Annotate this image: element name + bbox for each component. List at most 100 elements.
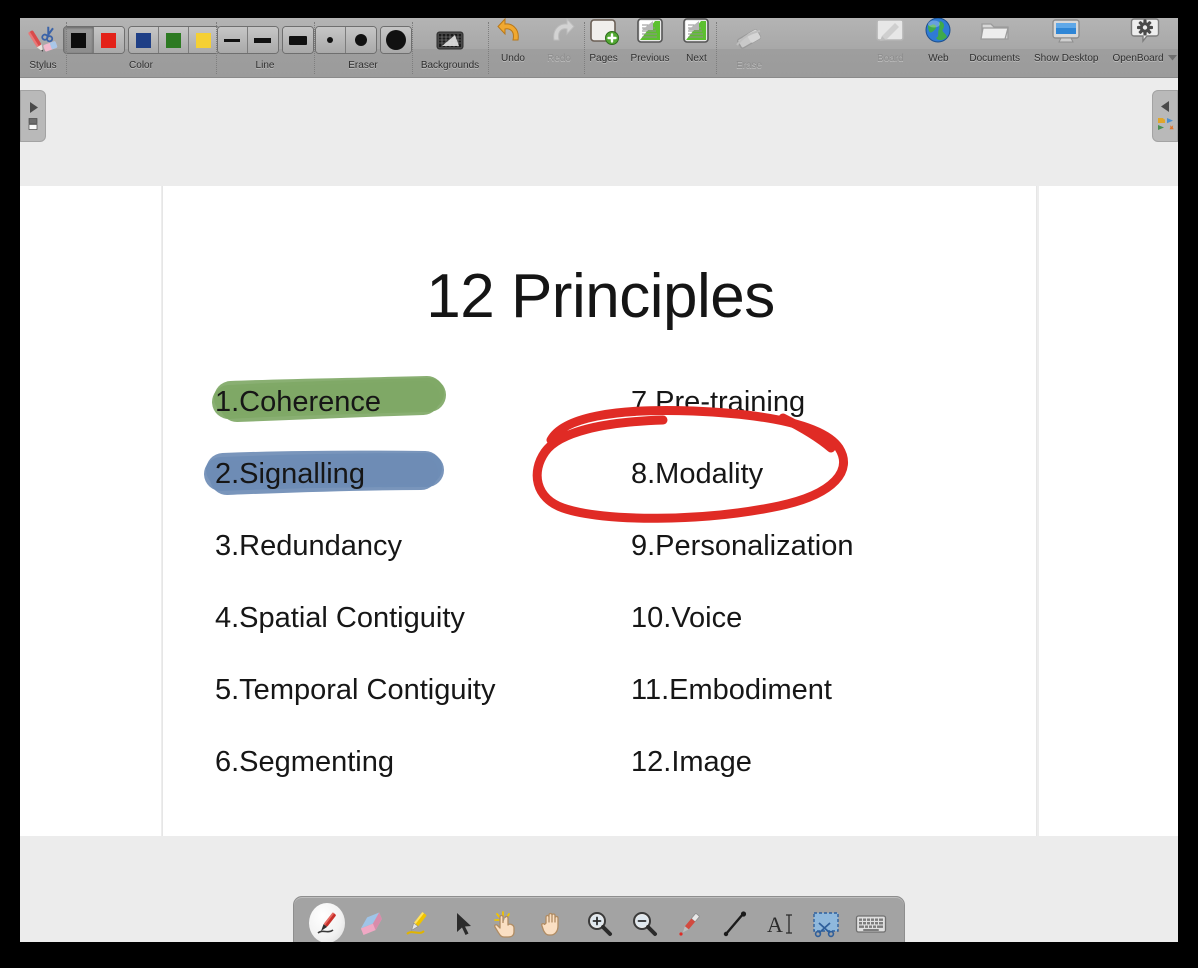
board-label: Board <box>877 53 904 65</box>
line-width-thick[interactable] <box>283 27 313 53</box>
undo-arrow-icon[interactable] <box>496 18 530 50</box>
principle-label: 12.Image <box>631 746 752 778</box>
undo-redo-group: Undo Redo <box>488 18 584 78</box>
principles-left-column: 1.Coherence 2.Signalling 3.Redundancy 4.… <box>215 382 615 814</box>
eraser-cluster-b <box>380 26 412 54</box>
top-toolbar: Stylus <box>20 18 1178 78</box>
eraser-size-group: Eraser <box>314 18 412 78</box>
select-tool[interactable] <box>444 903 482 942</box>
principle-label: 5.Temporal Contiguity <box>215 674 495 706</box>
principle-label: 7.Pre-training <box>631 386 805 418</box>
principle-label: 11.Embodiment <box>631 674 832 706</box>
backgrounds-label: Backgrounds <box>421 60 479 72</box>
color-cluster-secondary <box>128 26 220 54</box>
marker-tool[interactable] <box>398 903 436 942</box>
board-icon[interactable] <box>873 18 907 50</box>
principle-label: 1.Coherence <box>215 386 381 418</box>
zoom-out-icon <box>629 909 659 939</box>
page-title: 12 Principles <box>163 261 1038 332</box>
eraser-size-small[interactable] <box>316 27 346 53</box>
chevron-down-icon[interactable] <box>1168 54 1177 61</box>
undo-label: Undo <box>501 53 525 65</box>
triangle-right-icon <box>27 101 40 114</box>
keyboard-icon <box>855 912 887 936</box>
principle-item-9: 9.Personalization <box>631 526 1031 598</box>
next-page-icon[interactable] <box>679 18 713 50</box>
line-icon <box>721 910 749 938</box>
principle-label: 8.Modality <box>631 458 763 490</box>
line-width-thin[interactable] <box>218 27 248 53</box>
redo-label: Redo <box>547 53 571 65</box>
color-swatch-blue[interactable] <box>129 27 159 53</box>
principle-item-1: 1.Coherence <box>215 382 615 454</box>
backgrounds-icon[interactable] <box>433 23 467 57</box>
next-label: Next <box>686 53 707 65</box>
right-panel-handle[interactable] <box>1152 90 1178 142</box>
capture-tool[interactable] <box>807 903 845 942</box>
principle-label: 6.Segmenting <box>215 746 394 778</box>
principle-item-11: 11.Embodiment <box>631 670 1031 742</box>
line-label: Line <box>256 60 275 72</box>
color-swatch-green[interactable] <box>159 27 189 53</box>
color-swatch-red[interactable] <box>94 27 124 53</box>
erase-group: Erase <box>716 18 782 78</box>
new-page-icon[interactable] <box>587 18 621 50</box>
keyboard-tool[interactable] <box>852 903 890 942</box>
pen-tool[interactable] <box>308 903 346 942</box>
color-swatch-black[interactable] <box>64 27 94 53</box>
previous-label: Previous <box>631 53 670 65</box>
principle-label: 4.Spatial Contiguity <box>215 602 465 634</box>
pointing-hand-icon <box>492 909 524 939</box>
line-tool[interactable] <box>716 903 754 942</box>
color-label: Color <box>129 60 153 72</box>
gear-bubble-icon[interactable] <box>1128 18 1162 50</box>
apps-group: Board Web <box>878 18 1178 78</box>
stylus-icon[interactable] <box>26 23 60 57</box>
principle-item-3: 3.Redundancy <box>215 526 615 598</box>
tool-palette: A <box>293 896 905 942</box>
previous-page-icon[interactable] <box>633 18 667 50</box>
slide-page[interactable]: 12 Principles 1.Coherence <box>162 186 1037 836</box>
eraser-size-label: Eraser <box>348 60 377 72</box>
highlighter-icon <box>402 909 432 939</box>
erase-icon[interactable] <box>732 23 766 57</box>
principle-item-7: 7.Pre-training <box>631 382 1031 454</box>
laser-tool[interactable] <box>671 903 709 942</box>
eraser-tool[interactable] <box>353 903 391 942</box>
left-panel-handle[interactable] <box>20 90 46 142</box>
pointer-tool[interactable] <box>489 903 527 942</box>
monitor-icon[interactable] <box>1049 18 1083 50</box>
globe-icon[interactable] <box>921 18 955 50</box>
documents-label: Documents <box>969 53 1020 65</box>
stylus-label: Stylus <box>29 60 56 72</box>
pages-nav-group: Pages Previous <box>584 18 716 78</box>
hand-tool[interactable] <box>535 903 573 942</box>
principle-item-12: 12.Image <box>631 742 1031 814</box>
color-group: Color <box>66 18 216 78</box>
principle-item-8: 8.Modality <box>631 454 1031 526</box>
bottom-band: A <box>20 836 1178 942</box>
svg-text:A: A <box>767 912 783 937</box>
line-group: Line <box>216 18 314 78</box>
eraser-size-medium[interactable] <box>346 27 376 53</box>
principle-item-2: 2.Signalling <box>215 454 615 526</box>
open-hand-icon <box>539 909 569 939</box>
principle-item-10: 10.Voice <box>631 598 1031 670</box>
library-shortcuts-icon <box>1157 116 1174 132</box>
show-desktop-label: Show Desktop <box>1034 53 1098 65</box>
line-cluster-a <box>217 26 279 54</box>
erase-label: Erase <box>736 60 762 72</box>
color-swatch-yellow[interactable] <box>189 27 219 53</box>
line-width-medium[interactable] <box>248 27 278 53</box>
triangle-left-icon <box>1159 100 1172 113</box>
zoom-in-tool[interactable] <box>580 903 618 942</box>
cursor-arrow-icon <box>451 910 475 938</box>
eraser-size-large[interactable] <box>381 27 411 53</box>
folder-icon[interactable] <box>978 18 1012 50</box>
stylus-group: Stylus <box>20 18 66 78</box>
redo-arrow-icon[interactable] <box>542 18 576 50</box>
zoom-out-tool[interactable] <box>625 903 663 942</box>
library-pages-icon <box>26 117 40 131</box>
text-tool[interactable]: A <box>761 903 799 942</box>
laser-pointer-icon <box>675 909 705 939</box>
